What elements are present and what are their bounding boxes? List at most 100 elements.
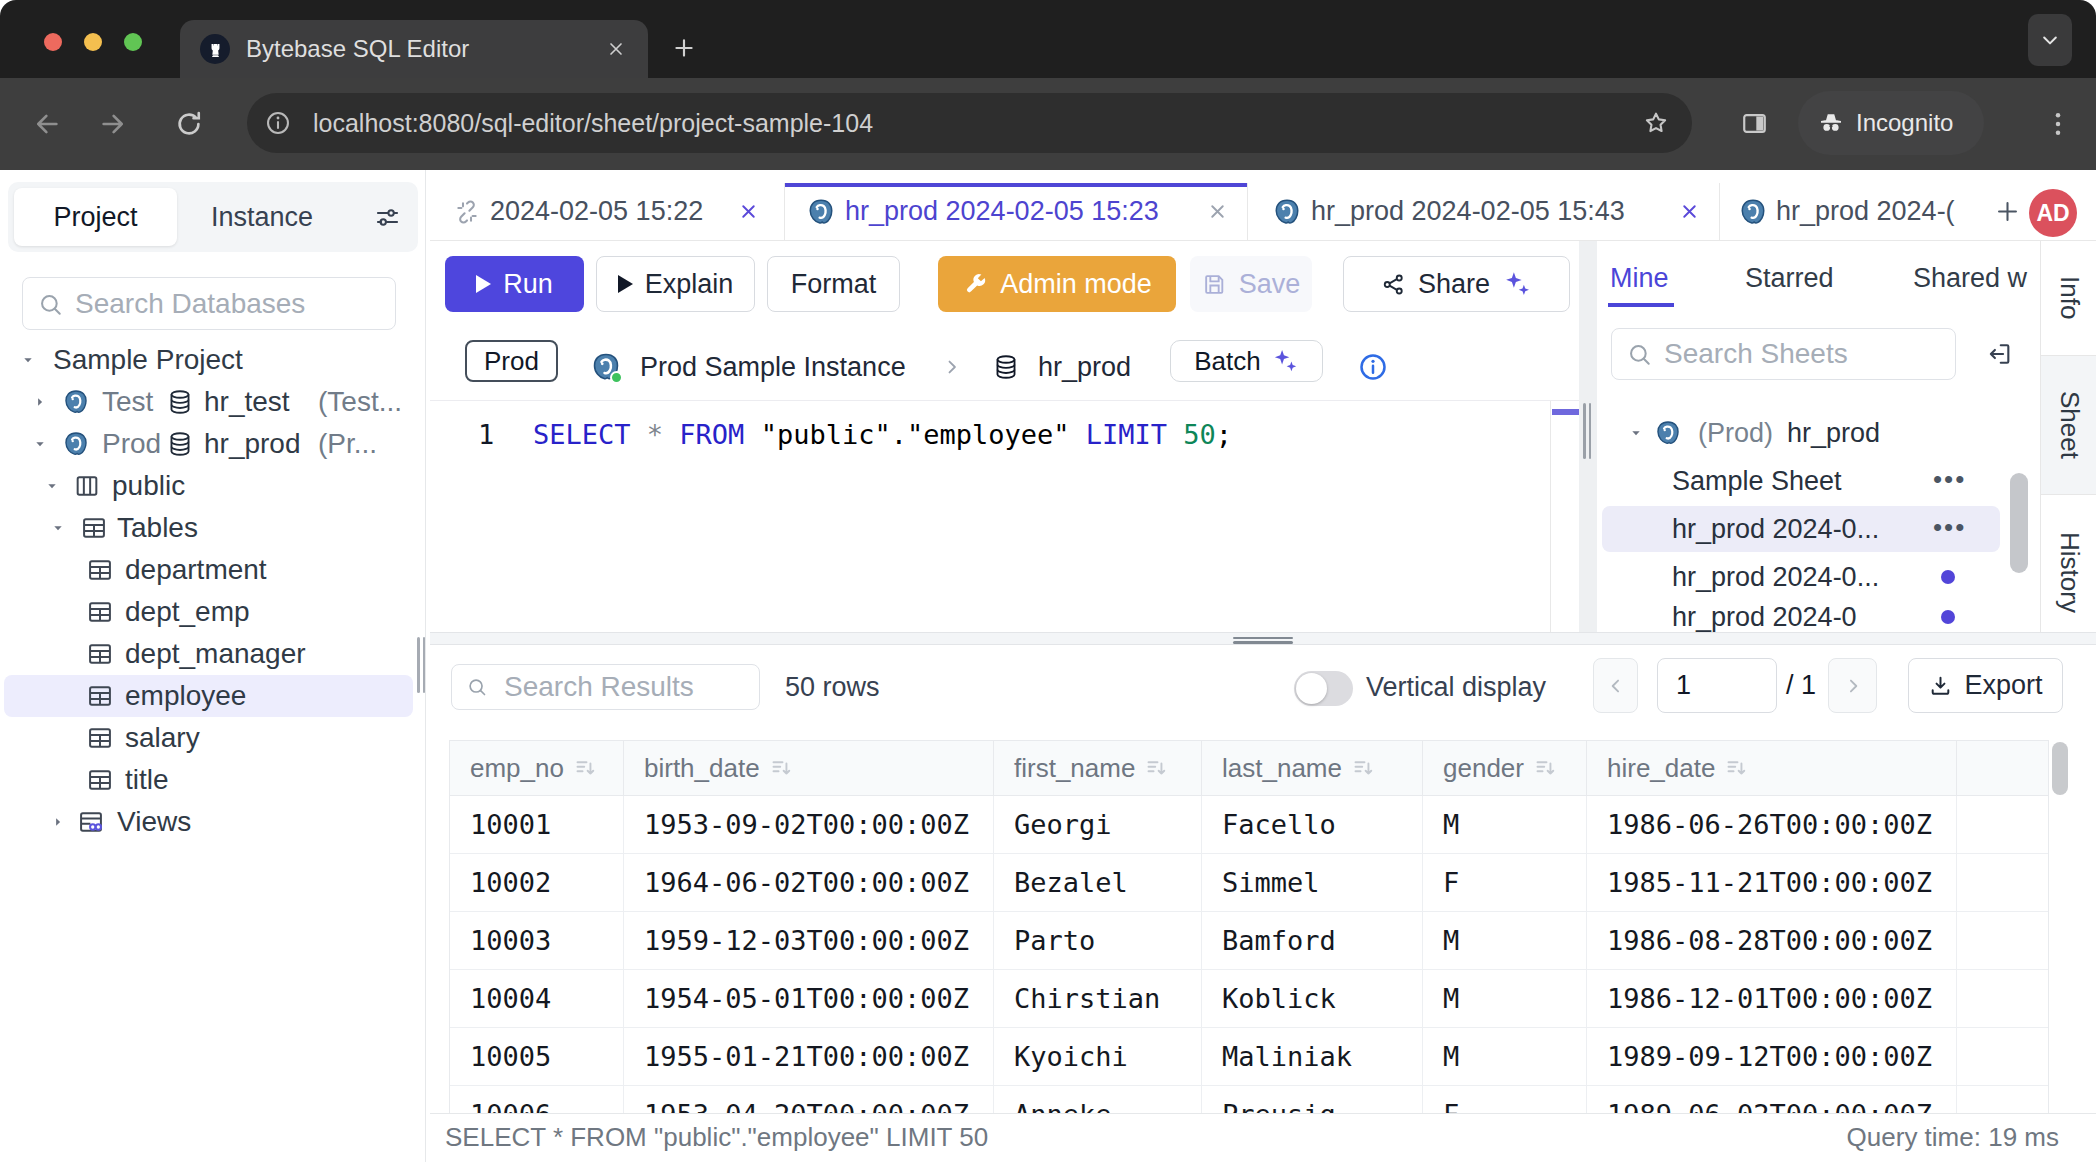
cell[interactable]: 1953-09-02T00:00:00Z	[624, 796, 994, 853]
browser-tab[interactable]: Bytebase SQL Editor	[180, 20, 648, 78]
tree-item-table-dept-emp[interactable]: dept_emp	[0, 591, 426, 633]
column-header[interactable]: emp_no	[450, 741, 624, 795]
table-row[interactable]: 100021964-06-02T00:00:00ZBezalelSimmelF1…	[450, 854, 2048, 912]
cell[interactable]: M	[1423, 912, 1587, 969]
cell[interactable]: Maliniak	[1202, 1028, 1423, 1085]
cell[interactable]: Koblick	[1202, 970, 1423, 1027]
horizontal-splitter[interactable]	[430, 632, 2096, 655]
cell[interactable]: Bezalel	[994, 854, 1202, 911]
caret-down-icon[interactable]	[32, 436, 48, 452]
cell[interactable]: 1985-11-21T00:00:00Z	[1587, 854, 1957, 911]
cell[interactable]: 10005	[450, 1028, 624, 1085]
tree-item-prod-db[interactable]: Prod hr_prod (Pr...	[0, 423, 426, 465]
side-panel-icon[interactable]	[1740, 109, 1769, 138]
export-button[interactable]: Export	[1908, 658, 2063, 713]
tab-shared[interactable]: Shared w	[1913, 241, 2027, 315]
cell[interactable]: Kyoichi	[994, 1028, 1202, 1085]
tree-item-table-dept-manager[interactable]: dept_manager	[0, 633, 426, 675]
run-button[interactable]: Run	[445, 256, 584, 312]
prev-page-button[interactable]	[1593, 658, 1638, 713]
close-icon[interactable]	[1207, 201, 1228, 222]
cell[interactable]: Facello	[1202, 796, 1423, 853]
search-sheets-input[interactable]: Search Sheets	[1611, 328, 1956, 380]
sort-icon[interactable]	[573, 755, 600, 782]
cell[interactable]: 1953-04-20T00:00:00Z	[624, 1086, 994, 1113]
cell[interactable]: 10001	[450, 796, 624, 853]
sort-icon[interactable]	[1144, 755, 1171, 782]
vertical-display-toggle[interactable]	[1294, 671, 1353, 706]
sheet-item-2-selected[interactable]: hr_prod 2024-0... •••	[1597, 506, 2040, 552]
sheet-tab-4[interactable]: hr_prod 2024-(	[1720, 183, 1988, 241]
sidebar-resize-handle[interactable]	[417, 637, 420, 693]
minimize-window-button[interactable]	[84, 33, 102, 51]
tree-item-table-employee[interactable]: employee	[0, 675, 426, 717]
filter-settings-icon[interactable]	[374, 204, 401, 231]
tab-sheet[interactable]: Sheet	[2041, 355, 2096, 495]
cell[interactable]: 10006	[450, 1086, 624, 1113]
admin-mode-button[interactable]: Admin mode	[938, 256, 1176, 312]
tree-item-tables-group[interactable]: Tables	[0, 507, 426, 549]
tree-item-project[interactable]: Sample Project	[0, 339, 426, 381]
column-header[interactable]: birth_date	[624, 741, 994, 795]
editor-scrollbar-thumb[interactable]	[1552, 409, 1579, 415]
cell[interactable]: 10003	[450, 912, 624, 969]
cell[interactable]: 1959-12-03T00:00:00Z	[624, 912, 994, 969]
info-icon[interactable]	[1358, 352, 1388, 382]
sheet-group-prod[interactable]: (Prod) hr_prod	[1597, 410, 2040, 456]
cell[interactable]: 1955-01-21T00:00:00Z	[624, 1028, 994, 1085]
next-page-button[interactable]	[1828, 658, 1877, 713]
editor-scrollbar[interactable]	[1550, 401, 1579, 633]
import-sheet-icon[interactable]	[1985, 340, 2013, 368]
sheet-item-4[interactable]: hr_prod 2024-0	[1597, 594, 2040, 632]
cell[interactable]: Bamford	[1202, 912, 1423, 969]
sql-editor[interactable]: 1 SELECT * FROM "public"."employee" LIMI…	[430, 400, 1579, 632]
bookmark-star-icon[interactable]	[1642, 109, 1670, 137]
close-icon[interactable]	[738, 201, 759, 222]
cell[interactable]: F	[1423, 1086, 1587, 1113]
cell[interactable]: 1986-12-01T00:00:00Z	[1587, 970, 1957, 1027]
caret-down-icon[interactable]	[20, 352, 36, 368]
more-actions-icon[interactable]: •••	[1933, 506, 1966, 548]
cell[interactable]: 10004	[450, 970, 624, 1027]
sort-icon[interactable]	[1724, 755, 1751, 782]
cell[interactable]: Georgi	[994, 796, 1202, 853]
caret-right-icon[interactable]	[50, 814, 66, 830]
site-info-icon[interactable]	[265, 110, 291, 136]
search-databases-input[interactable]: Search Databases	[22, 277, 396, 330]
sort-icon[interactable]	[1533, 755, 1560, 782]
instance-name[interactable]: Prod Sample Instance	[640, 334, 906, 400]
database-name[interactable]: hr_prod	[1038, 334, 1131, 400]
more-actions-icon[interactable]: •••	[1933, 458, 1966, 500]
sheet-tab-3[interactable]: hr_prod 2024-02-05 15:43	[1248, 183, 1720, 241]
splitter-handle2[interactable]	[1233, 641, 1293, 644]
cell[interactable]: Anneke	[994, 1086, 1202, 1113]
tree-item-schema-public[interactable]: public	[0, 465, 426, 507]
tree-item-test-db[interactable]: Test hr_test (Test...	[0, 381, 426, 423]
splitter-handle[interactable]	[1233, 637, 1293, 640]
batch-chip[interactable]: Batch	[1170, 340, 1323, 382]
new-tab-button[interactable]	[671, 35, 697, 61]
tree-item-table-department[interactable]: department	[0, 549, 426, 591]
cell[interactable]: M	[1423, 796, 1587, 853]
cell[interactable]: 1986-08-28T00:00:00Z	[1587, 912, 1957, 969]
sheet-tab-2-active[interactable]: hr_prod 2024-02-05 15:23	[785, 183, 1248, 241]
sidebar-resize-handle2[interactable]	[423, 637, 426, 693]
tab-project[interactable]: Project	[14, 188, 177, 246]
tab-history[interactable]: History	[2041, 513, 2096, 632]
column-header[interactable]: first_name	[994, 741, 1202, 795]
table-row[interactable]: 100011953-09-02T00:00:00ZGeorgiFacelloM1…	[450, 796, 2048, 854]
close-window-button[interactable]	[44, 33, 62, 51]
sort-icon[interactable]	[1351, 755, 1378, 782]
page-input[interactable]: 1	[1657, 658, 1777, 713]
new-sheet-icon[interactable]	[1993, 197, 2022, 226]
ai-sparkles-icon[interactable]	[1502, 269, 1532, 299]
format-button[interactable]: Format	[767, 256, 900, 312]
tab-starred[interactable]: Starred	[1745, 241, 1834, 315]
maximize-window-button[interactable]	[124, 33, 142, 51]
env-chip[interactable]: Prod	[465, 340, 558, 382]
tab-search-button[interactable]	[2028, 14, 2072, 66]
caret-right-icon[interactable]	[32, 394, 48, 410]
caret-down-icon[interactable]	[50, 520, 66, 536]
url-text[interactable]: localhost:8080/sql-editor/sheet/project-…	[313, 93, 873, 153]
panel-scrollbar-thumb[interactable]	[2010, 473, 2028, 573]
